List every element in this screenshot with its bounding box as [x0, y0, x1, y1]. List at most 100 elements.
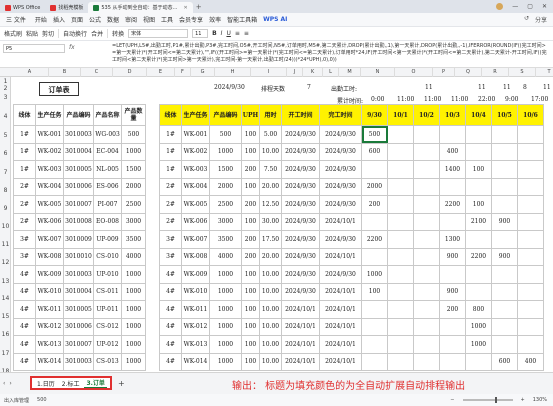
date-cell[interactable]: 2024/9/30 [214, 84, 245, 91]
table-cell[interactable]: PI-007 [93, 195, 122, 214]
underline-icon[interactable]: U [226, 30, 230, 37]
table-cell[interactable]: 3# [13, 247, 36, 266]
table-cell[interactable]: WK-006 [181, 212, 210, 231]
menu-view[interactable]: 视图 [140, 15, 158, 24]
column-header-a[interactable]: A [11, 68, 49, 77]
schedule-output-cell[interactable] [491, 125, 518, 144]
next-sheet-icon[interactable]: › [9, 380, 11, 387]
zoom-slider[interactable] [462, 397, 513, 403]
table-cell[interactable]: 3010007 [63, 335, 94, 354]
table-cell[interactable]: 3# [13, 230, 36, 249]
table-cell[interactable]: WK-002 [181, 142, 210, 161]
sheet-tab-orders[interactable]: 3.订单 [84, 378, 107, 388]
schedule-output-cell[interactable] [517, 160, 544, 179]
italic-icon[interactable]: I [221, 30, 223, 37]
schedule-output-cell[interactable]: 2200 [465, 247, 492, 266]
column-header-l[interactable]: L [323, 68, 339, 77]
table-cell[interactable]: 2024/9/30 [319, 160, 362, 179]
close-window-icon[interactable]: ✕ [542, 3, 547, 10]
order-header-cell[interactable]: 产品数量 [121, 104, 146, 126]
row-header-cell[interactable]: 6 [0, 150, 11, 157]
order-header-cell[interactable]: 线体 [13, 104, 36, 126]
table-cell[interactable]: 1000 [121, 317, 146, 336]
table-cell[interactable]: 1000 [121, 282, 146, 301]
schedule-header-cell[interactable]: 完工时间 [319, 104, 362, 126]
schedule-days-label[interactable]: 排程天数 [261, 84, 285, 93]
table-cell[interactable]: 1000 [209, 142, 242, 161]
table-cell[interactable]: 20.00 [259, 247, 282, 266]
attendance-hours[interactable]: 8 [523, 84, 527, 91]
table-cell[interactable]: 3010004 [63, 282, 94, 301]
table-cell[interactable]: 1000 [121, 352, 146, 371]
table-cell[interactable]: 1# [159, 160, 182, 179]
menu-efficiency[interactable]: 效率 [206, 15, 224, 24]
cumulative-time[interactable]: 11:00 [451, 96, 468, 103]
column-header-o[interactable]: O [395, 68, 433, 77]
table-cell[interactable]: WK-004 [181, 177, 210, 196]
schedule-output-cell[interactable]: 400 [517, 352, 544, 371]
minimize-icon[interactable]: — [512, 3, 518, 10]
table-cell[interactable]: 3# [159, 247, 182, 266]
schedule-output-cell[interactable]: 1300 [439, 230, 466, 249]
schedule-output-cell[interactable] [361, 212, 388, 231]
schedule-output-cell[interactable] [517, 317, 544, 336]
schedule-output-cell[interactable]: 2200 [439, 195, 466, 214]
schedule-output-cell[interactable] [387, 335, 414, 354]
table-cell[interactable]: 3000 [209, 212, 242, 231]
table-cell[interactable]: 4# [13, 300, 36, 319]
schedule-output-cell[interactable] [387, 160, 414, 179]
table-cell[interactable]: 2024/9/30 [281, 282, 320, 301]
table-cell[interactable]: 200 [241, 230, 260, 249]
table-cell[interactable]: 100 [241, 352, 260, 371]
table-cell[interactable]: WG-003 [93, 125, 122, 144]
table-cell[interactable]: WK-005 [35, 195, 64, 214]
schedule-output-cell[interactable] [517, 212, 544, 231]
table-cell[interactable]: 1000 [209, 265, 242, 284]
row-header-cell[interactable]: 16 [0, 331, 11, 338]
window-tab-wps[interactable]: WPS Office [0, 2, 45, 13]
row-header-cell[interactable]: 2 [0, 85, 11, 92]
order-table-title[interactable]: 订单表 [39, 82, 79, 96]
table-cell[interactable]: 2024/9/30 [281, 195, 320, 214]
schedule-output-cell[interactable] [413, 265, 440, 284]
table-cell[interactable]: NL-005 [93, 160, 122, 179]
table-cell[interactable]: 1000 [209, 300, 242, 319]
row-header-cell[interactable]: 13 [0, 278, 11, 285]
schedule-output-cell[interactable] [413, 212, 440, 231]
row-header-cell[interactable]: 12 [0, 259, 11, 266]
schedule-output-cell[interactable] [491, 230, 518, 249]
file-menu[interactable]: 三 文件 [0, 15, 32, 24]
cumulative-time[interactable]: 0:00 [371, 96, 384, 103]
schedule-output-cell[interactable]: 100 [465, 160, 492, 179]
table-cell[interactable]: 2024/9/30 [319, 142, 362, 161]
table-cell[interactable]: 2500 [209, 195, 242, 214]
table-cell[interactable]: 1# [13, 160, 36, 179]
schedule-output-cell[interactable] [465, 282, 492, 301]
table-cell[interactable]: WK-007 [35, 230, 64, 249]
schedule-output-cell[interactable]: 1000 [465, 335, 492, 354]
schedule-output-cell[interactable] [413, 160, 440, 179]
close-tab-icon[interactable]: ✕ [183, 5, 187, 11]
table-cell[interactable]: 3010006 [63, 317, 94, 336]
table-cell[interactable]: WK-014 [35, 352, 64, 371]
table-cell[interactable]: 2024/9/30 [319, 230, 362, 249]
schedule-output-cell[interactable] [517, 177, 544, 196]
menu-member[interactable]: 会员专享 [176, 15, 206, 24]
zoom-out-icon[interactable]: − [450, 397, 454, 403]
schedule-output-cell[interactable] [413, 282, 440, 301]
sheet-tab-standard[interactable]: 2.标工 [60, 379, 82, 388]
table-cell[interactable]: 1# [159, 125, 182, 144]
schedule-output-cell[interactable] [439, 335, 466, 354]
schedule-output-cell[interactable] [439, 212, 466, 231]
table-cell[interactable]: 1500 [209, 160, 242, 179]
table-cell[interactable]: 100 [241, 177, 260, 196]
table-cell[interactable]: 3010008 [63, 212, 94, 231]
schedule-header-cell[interactable]: 开工时间 [281, 104, 320, 126]
attendance-hours[interactable]: 11 [478, 84, 486, 91]
menu-home[interactable]: 开始 [32, 15, 50, 24]
row-header-cell[interactable]: 7 [0, 169, 11, 176]
table-cell[interactable]: 1000 [121, 300, 146, 319]
table-cell[interactable]: WK-011 [35, 300, 64, 319]
add-sheet-button[interactable]: + [118, 379, 125, 388]
schedule-output-cell[interactable]: 200 [361, 195, 388, 214]
